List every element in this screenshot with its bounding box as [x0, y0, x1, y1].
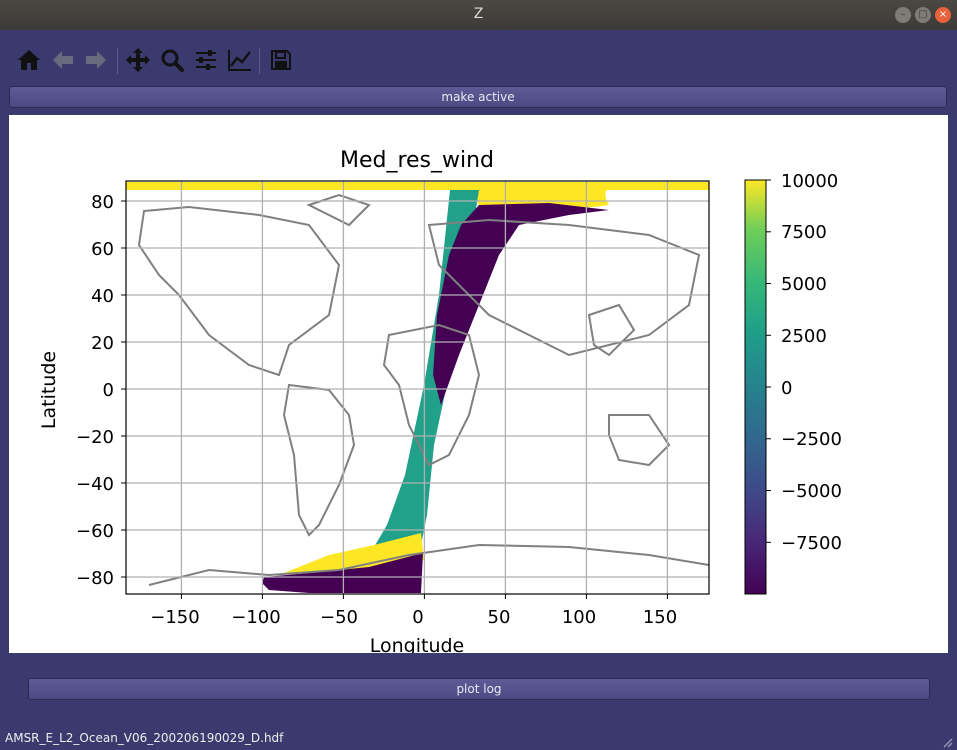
save-floppy-icon [271, 50, 291, 70]
colorbar [744, 179, 767, 595]
pan-move-icon [126, 48, 150, 72]
home-icon [18, 50, 40, 70]
y-tick-label: 40 [91, 286, 114, 307]
colorbar-tick-label: −5000 [781, 481, 842, 502]
y-tick-label: 20 [91, 333, 114, 354]
pan-button[interactable] [123, 44, 153, 76]
colorbar-tick-label: 10000 [781, 171, 838, 192]
forward-button[interactable] [81, 44, 111, 76]
y-tick-label: −40 [76, 474, 114, 495]
y-axis-label: Latitude [38, 351, 60, 429]
window-titlebar: Z – □ × [0, 0, 957, 30]
y-tick-label: −80 [76, 568, 114, 589]
x-tick-label: −100 [231, 607, 280, 628]
colorbar-tick-label: 7500 [781, 222, 827, 243]
x-axis-label: Longitude [370, 635, 465, 653]
x-tick-label: 150 [643, 607, 677, 628]
edit-axis-button[interactable] [225, 44, 255, 76]
zoom-magnifier-icon [161, 49, 184, 72]
back-arrow-icon [53, 51, 73, 69]
figure-canvas[interactable]: Med_res_wind −150 −100 −50 0 50 100 150 … [9, 115, 948, 653]
y-tick-label: −20 [76, 427, 114, 448]
zoom-button[interactable] [157, 44, 187, 76]
status-bar-filename: AMSR_E_L2_Ocean_V06_200206190029_D.hdf [5, 731, 284, 745]
x-tick-label: 100 [562, 607, 596, 628]
save-button[interactable] [266, 44, 296, 76]
plot-log-button[interactable]: plot log [28, 678, 930, 700]
toolbar-separator [259, 48, 260, 74]
chart-title: Med_res_wind [340, 148, 494, 173]
y-tick-label: 60 [91, 239, 114, 260]
forward-arrow-icon [86, 51, 106, 69]
y-tick-label: 80 [91, 192, 114, 213]
maximize-button[interactable]: □ [915, 7, 931, 23]
make-active-button[interactable]: make active [9, 86, 947, 108]
colorbar-tick-label: −2500 [781, 429, 842, 450]
colorbar-tick-label: 2500 [781, 326, 827, 347]
arctic-band-high [126, 182, 709, 190]
colorbar-tick-label: −7500 [781, 533, 842, 554]
resize-grip-icon[interactable] [941, 736, 953, 748]
home-button[interactable] [14, 44, 44, 76]
toolbar-separator [117, 48, 118, 74]
x-tick-label: −150 [150, 607, 199, 628]
y-tick-label: −60 [76, 521, 114, 542]
window-title: Z [473, 6, 484, 22]
y-ticks: −80 −60 −40 −20 0 20 40 60 80 [76, 192, 126, 589]
back-button[interactable] [48, 44, 78, 76]
configure-subplots-button[interactable] [191, 44, 221, 76]
x-tick-label: 0 [412, 607, 423, 628]
colorbar-tick-label: 5000 [781, 274, 827, 295]
x-tick-label: −50 [320, 607, 358, 628]
colorbar-tick-label: 0 [781, 378, 792, 399]
x-tick-label: 50 [488, 607, 511, 628]
x-ticks: −150 −100 −50 0 50 100 150 [150, 594, 677, 628]
close-button[interactable]: × [935, 7, 951, 23]
edit-axis-curve-icon [228, 50, 251, 71]
configure-subplots-icon [196, 50, 216, 70]
y-tick-label: 0 [103, 380, 114, 401]
minimize-button[interactable]: – [895, 7, 911, 23]
colorbar-ticks: 10000 7500 5000 2500 0 −2500 −5000 −7500 [766, 171, 842, 554]
figure-svg: Med_res_wind −150 −100 −50 0 50 100 150 … [38, 148, 842, 653]
